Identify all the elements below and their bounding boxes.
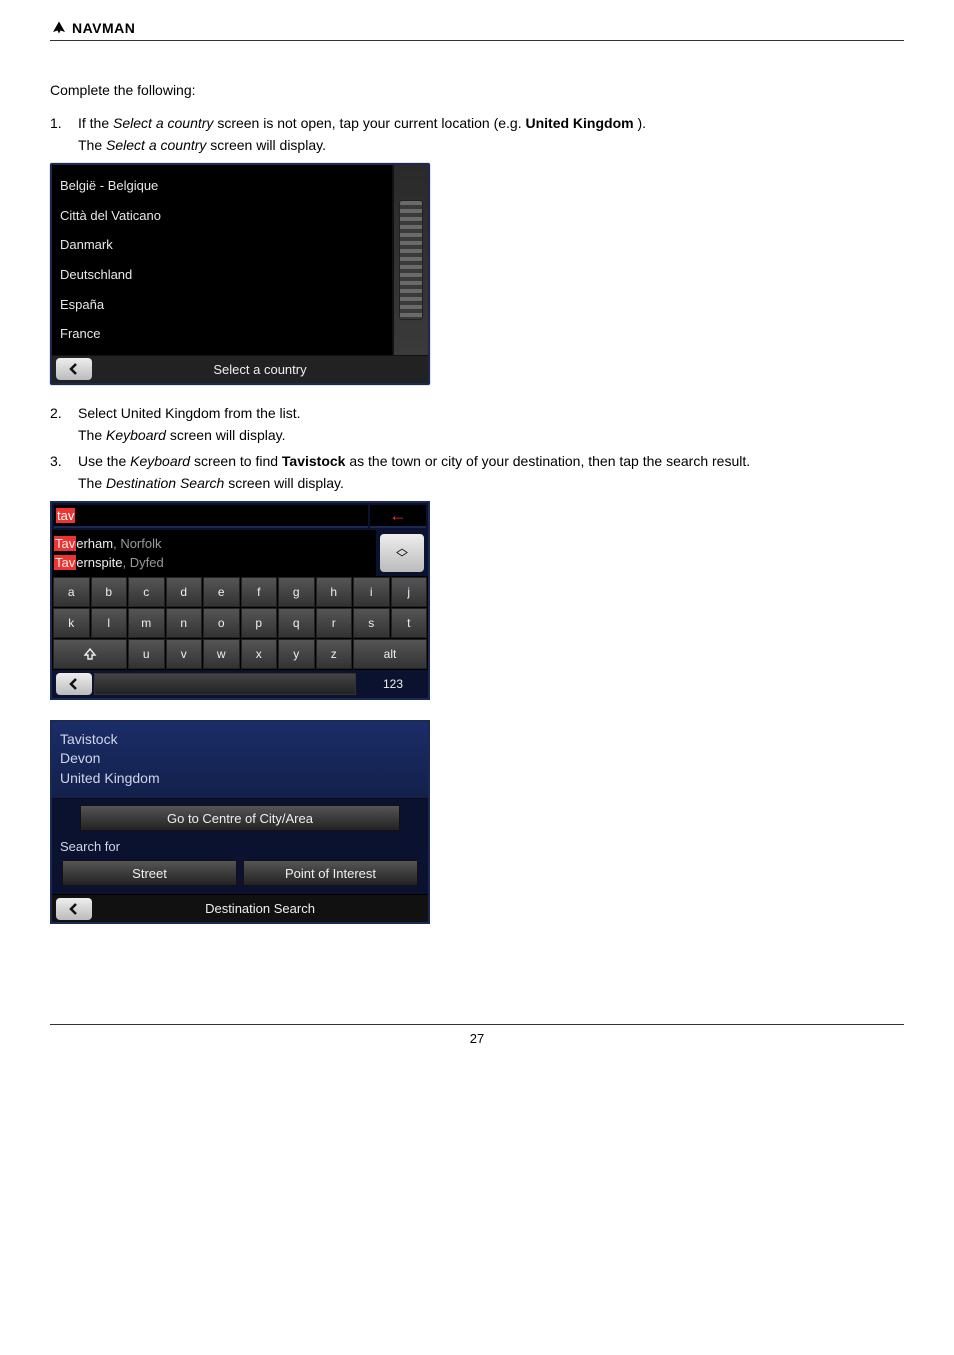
keyboard-screen: tav ← Taverham, Norfolk Tavernspite, Dyf… <box>50 501 430 700</box>
key-x[interactable]: x <box>241 639 278 669</box>
navman-logo-icon <box>50 20 68 36</box>
key-w[interactable]: w <box>203 639 240 669</box>
page-number: 27 <box>470 1031 484 1046</box>
key-j[interactable]: j <box>391 577 428 607</box>
step-2-number: 2. <box>50 405 68 443</box>
key-r[interactable]: r <box>316 608 353 638</box>
key-g[interactable]: g <box>278 577 315 607</box>
page-footer: 27 <box>50 1024 904 1046</box>
street-button[interactable]: Street <box>62 860 237 886</box>
step-3-number: 3. <box>50 453 68 491</box>
key-f[interactable]: f <box>241 577 278 607</box>
key-t[interactable]: t <box>391 608 428 638</box>
country-item[interactable]: France <box>60 324 384 343</box>
key-b[interactable]: b <box>91 577 128 607</box>
selected-location: Tavistock Devon United Kingdom <box>52 722 428 800</box>
screen-title: Destination Search <box>92 901 428 916</box>
key-e[interactable]: e <box>203 577 240 607</box>
key-q[interactable]: q <box>278 608 315 638</box>
location-region: Devon <box>60 749 420 769</box>
back-button[interactable] <box>56 673 92 695</box>
search-input[interactable]: tav <box>54 505 368 528</box>
numeric-key[interactable]: 123 <box>358 677 428 691</box>
country-item[interactable]: Deutschland <box>60 265 384 284</box>
step-2: 2. Select United Kingdom from the list. … <box>50 405 904 443</box>
chevron-left-icon <box>68 903 80 915</box>
space-key[interactable] <box>94 673 356 695</box>
expand-results-button[interactable]: ︿ ﹀ <box>380 534 424 572</box>
screen-title: Select a country <box>92 362 428 377</box>
key-a[interactable]: a <box>53 577 90 607</box>
country-item[interactable]: België - Belgique <box>60 176 384 195</box>
key-i[interactable]: i <box>353 577 390 607</box>
step-2-text: Select United Kingdom from the list. <box>78 405 301 421</box>
scroll-knob-icon[interactable] <box>399 200 423 320</box>
key-u[interactable]: u <box>128 639 165 669</box>
location-city: Tavistock <box>60 730 420 750</box>
key-y[interactable]: y <box>278 639 315 669</box>
back-button[interactable] <box>56 358 92 380</box>
keyboard: a b c d e f g h i j k l m n o p q r s t … <box>52 576 428 670</box>
key-d[interactable]: d <box>166 577 203 607</box>
country-item[interactable]: Danmark <box>60 235 384 254</box>
backspace-button[interactable]: ← <box>370 505 426 528</box>
search-for-label: Search for <box>52 837 428 856</box>
intro-text: Complete the following: <box>50 81 904 101</box>
key-s[interactable]: s <box>353 608 390 638</box>
key-c[interactable]: c <box>128 577 165 607</box>
step-3: 3. Use the Keyboard screen to find Tavis… <box>50 453 904 491</box>
country-scrollbar[interactable] <box>392 165 428 355</box>
chevron-down-icon: ﹀ <box>396 553 408 563</box>
key-p[interactable]: p <box>241 608 278 638</box>
step-1: 1. If the Select a country screen is not… <box>50 115 904 153</box>
backspace-arrow-icon: ← <box>389 505 407 526</box>
shift-icon <box>83 647 97 661</box>
key-v[interactable]: v <box>166 639 203 669</box>
back-button[interactable] <box>56 898 92 920</box>
key-m[interactable]: m <box>128 608 165 638</box>
shift-key[interactable] <box>53 639 127 669</box>
brand-text: NAVMAN <box>72 20 135 36</box>
location-country: United Kingdom <box>60 769 420 789</box>
search-results: Taverham, Norfolk Tavernspite, Dyfed <box>52 530 376 576</box>
key-h[interactable]: h <box>316 577 353 607</box>
poi-button[interactable]: Point of Interest <box>243 860 418 886</box>
key-l[interactable]: l <box>91 608 128 638</box>
go-to-centre-button[interactable]: Go to Centre of City/Area <box>80 805 400 831</box>
result-item[interactable]: Tavernspite, Dyfed <box>54 553 374 572</box>
page-header: NAVMAN <box>50 20 904 41</box>
chevron-left-icon <box>68 363 80 375</box>
step-1-body: If the Select a country screen is not op… <box>78 115 646 153</box>
country-item[interactable]: Città del Vaticano <box>60 206 384 225</box>
result-item[interactable]: Taverham, Norfolk <box>54 534 374 553</box>
chevron-left-icon <box>68 678 80 690</box>
country-item[interactable]: España <box>60 295 384 314</box>
step-1-number: 1. <box>50 115 68 153</box>
key-o[interactable]: o <box>203 608 240 638</box>
key-z[interactable]: z <box>316 639 353 669</box>
key-n[interactable]: n <box>166 608 203 638</box>
destination-search-screen: Tavistock Devon United Kingdom Go to Cen… <box>50 720 430 925</box>
key-k[interactable]: k <box>53 608 90 638</box>
alt-key[interactable]: alt <box>353 639 427 669</box>
select-country-screen: België - Belgique Città del Vaticano Dan… <box>50 163 430 385</box>
country-list: België - Belgique Città del Vaticano Dan… <box>52 165 392 355</box>
